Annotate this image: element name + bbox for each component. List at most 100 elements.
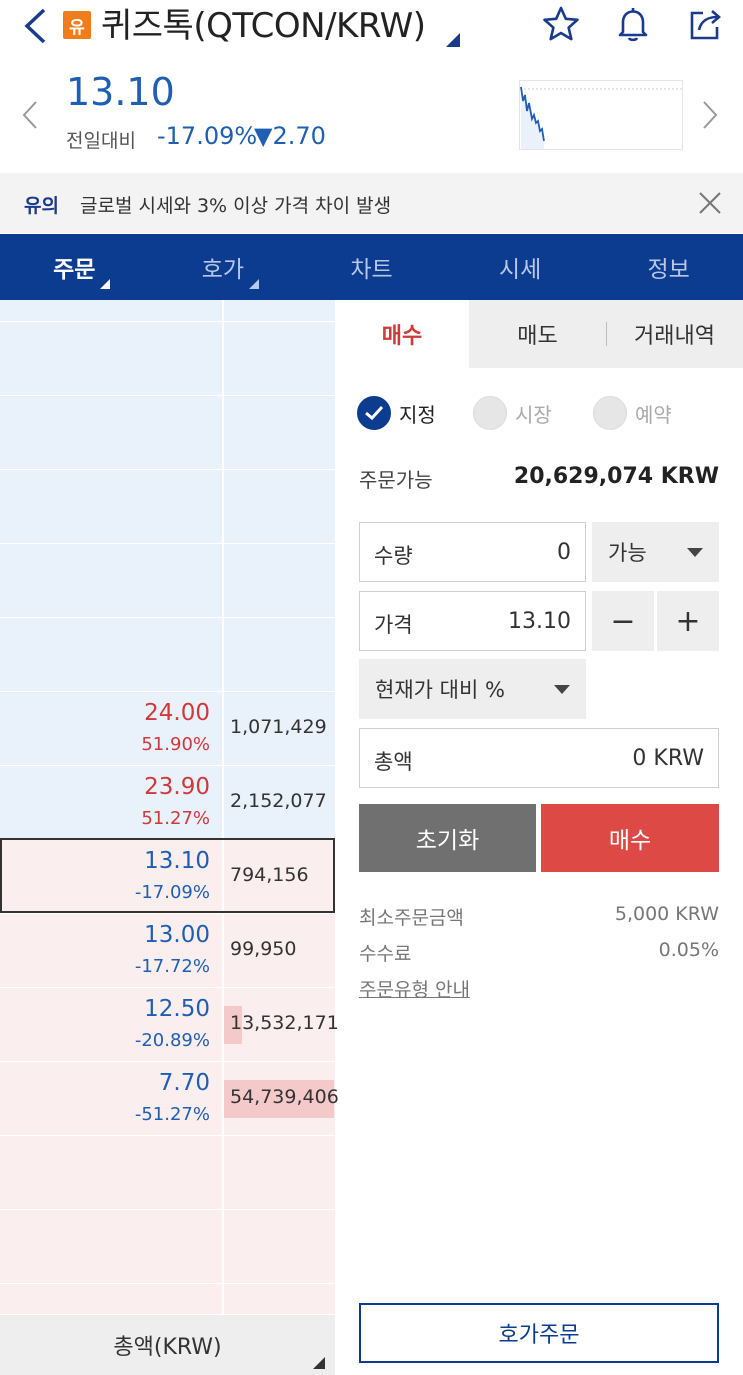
chevron-left-icon [22, 101, 37, 129]
reset-button[interactable]: 초기화 [359, 804, 536, 872]
available-label: 주문가능 [359, 468, 433, 492]
favorite-button[interactable] [541, 4, 581, 44]
min-order-label: 최소주문금액 [359, 907, 464, 929]
orderbook-bid-row[interactable]: 12.50 -20.89% 13,532,171 [0, 988, 339, 1062]
alarm-button[interactable] [613, 4, 653, 44]
prev-coin-button[interactable] [22, 100, 38, 134]
change-amount: ▼2.70 [254, 122, 326, 150]
radio-reserve-label: 예약 [635, 402, 672, 427]
tab-orderbook-label: 호가 [201, 257, 245, 283]
price-minus-button[interactable]: − [592, 591, 654, 651]
bid-percent: -17.09% [134, 882, 210, 903]
share-button[interactable] [686, 4, 726, 44]
tab-divider [606, 322, 607, 346]
orderbook-bid-row[interactable]: 7.70 -51.27% 54,739,406 [0, 1062, 339, 1136]
fee-label: 수수료 [359, 943, 412, 965]
quote-order-button[interactable]: 호가주문 [359, 1303, 719, 1363]
orderbook-ask-row[interactable]: 23.90 51.27% 2,152,077 [0, 766, 335, 840]
orderbook-empty-row [0, 470, 335, 544]
radio-market[interactable]: 시장 [473, 396, 552, 430]
orderbook-empty-row [0, 1284, 335, 1315]
quantity-input[interactable]: 수량 0 [359, 522, 586, 582]
tab-sell[interactable]: 매도 [469, 300, 606, 368]
ask-price: 23.90 [144, 774, 210, 800]
mini-price-chart[interactable] [519, 80, 683, 150]
price-percent-label: 현재가 대비 % [375, 678, 505, 702]
tab-order[interactable]: 주문 [0, 234, 149, 300]
caution-notice: 유의 글로벌 시세와 3% 이상 가격 차이 발생 [0, 173, 743, 233]
total-value: 0 KRW [632, 746, 704, 771]
chevron-down-icon [554, 684, 570, 694]
radio-empty-icon [473, 396, 507, 430]
ask-volume: 1,071,429 [230, 716, 327, 738]
price-percent-select[interactable]: 현재가 대비 % [359, 659, 586, 719]
main-tab-bar: 주문 호가 차트 시세 정보 [0, 234, 743, 300]
top-bar: 유 퀴즈톡(QTCON/KRW) [0, 0, 743, 52]
radio-market-label: 시장 [515, 402, 552, 427]
radio-reserve[interactable]: 예약 [593, 396, 672, 430]
bid-price: 12.50 [144, 996, 210, 1022]
orderbook-bid-row[interactable]: 13.00 -17.72% 99,950 [0, 914, 335, 988]
price-input[interactable]: 가격 13.10 [359, 591, 586, 651]
tab-market-label: 시세 [498, 257, 542, 283]
tab-market[interactable]: 시세 [446, 234, 595, 300]
orderbook-empty-row [0, 1210, 335, 1284]
min-order-row: 최소주문금액 5,000 KRW [359, 903, 719, 930]
orderbook-empty-row [0, 618, 335, 692]
price-value: 13.10 [508, 609, 571, 634]
orderbook-ask-row[interactable]: 24.00 51.90% 1,071,429 [0, 692, 335, 766]
orderbook-empty-row [0, 322, 335, 396]
chevron-left-icon [24, 8, 46, 44]
coin-title[interactable]: 퀴즈톡(QTCON/KRW) [101, 2, 426, 50]
plus-icon: + [675, 603, 701, 639]
close-icon [699, 192, 721, 214]
available-value: 20,629,074 KRW [513, 464, 719, 489]
tab-history[interactable]: 거래내역 [606, 300, 743, 368]
quantity-option-label: 가능 [608, 541, 647, 565]
tab-chart[interactable]: 차트 [297, 234, 446, 300]
quantity-option-select[interactable]: 가능 [592, 522, 719, 582]
buy-button[interactable]: 매수 [541, 804, 719, 872]
orderbook-empty-row [0, 396, 335, 470]
radio-limit[interactable]: 지정 [357, 396, 436, 430]
next-coin-button[interactable] [702, 100, 718, 134]
ask-percent: 51.27% [141, 808, 210, 829]
tab-order-label: 주문 [53, 257, 96, 283]
tab-triangle-icon [248, 279, 259, 289]
bid-price: 13.00 [144, 922, 210, 948]
check-icon [357, 396, 391, 430]
orderbook-empty-row [0, 544, 335, 618]
orderbook-empty-row [0, 300, 335, 322]
quantity-label: 수량 [374, 544, 413, 568]
order-type-radios: 지정 시장 예약 [357, 396, 737, 436]
bid-volume: 794,156 [230, 864, 309, 886]
tab-buy[interactable]: 매수 [335, 300, 469, 368]
min-order-value: 5,000 KRW [614, 903, 719, 925]
orderbook-footer[interactable]: 총액(KRW) [0, 1315, 335, 1375]
ask-volume: 2,152,077 [230, 790, 327, 812]
caution-text: 글로벌 시세와 3% 이상 가격 차이 발생 [80, 195, 392, 217]
bid-percent: -51.27% [134, 1104, 210, 1125]
back-button[interactable] [18, 6, 52, 46]
tab-triangle-icon [100, 279, 110, 289]
orderbook-empty-row [0, 1136, 335, 1210]
total-input[interactable]: 총액 0 KRW [359, 728, 719, 788]
change-label: 전일대비 [66, 130, 136, 152]
order-type-guide-link[interactable]: 주문유형 안내 [359, 975, 470, 1002]
tab-info[interactable]: 정보 [594, 234, 743, 300]
orderbook-bid-row[interactable]: 13.10 -17.09% 794,156 [0, 840, 335, 914]
warning-badge: 유 [63, 11, 91, 39]
bid-volume: 99,950 [230, 938, 297, 960]
fee-row: 수수료 0.05% [359, 939, 719, 966]
star-icon [543, 6, 579, 41]
chevron-down-icon [687, 547, 703, 557]
coin-select-triangle-icon[interactable] [446, 33, 460, 47]
order-panel: 매수 매도 거래내역 지정 시장 예약 주문가능 20,629,074 KRW … [335, 300, 743, 1375]
caution-tag: 유의 [24, 195, 59, 217]
price-plus-button[interactable]: + [657, 591, 719, 651]
tab-orderbook[interactable]: 호가 [149, 234, 298, 300]
footer-triangle-icon [313, 1357, 325, 1369]
notice-close-button[interactable] [696, 189, 724, 217]
chevron-right-icon [703, 101, 718, 129]
bid-percent: -17.72% [134, 956, 210, 977]
